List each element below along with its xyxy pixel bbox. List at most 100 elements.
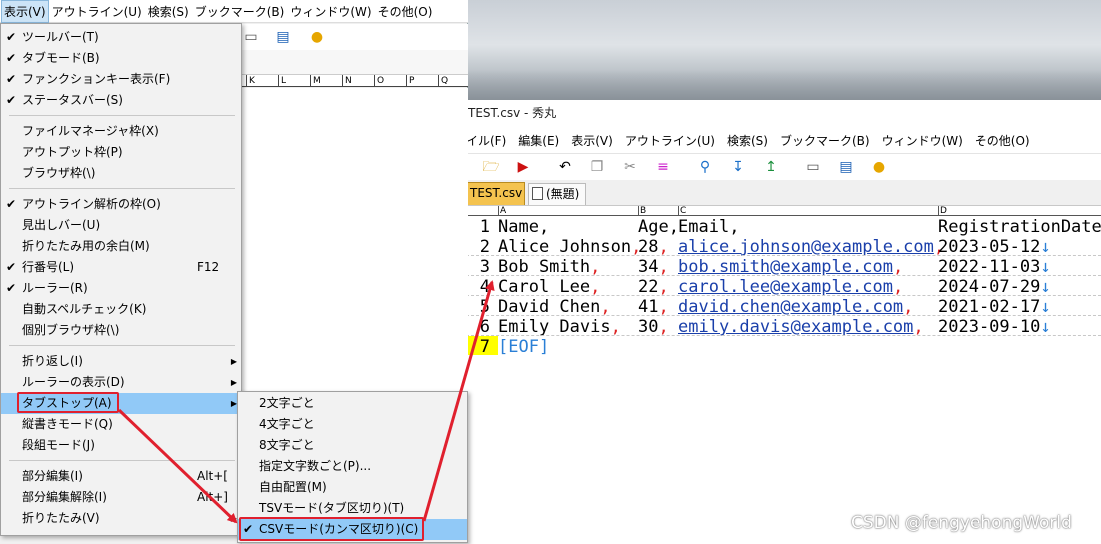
front-menubar: イル(F) 編集(E) 表示(V) アウトライン(U) 検索(S) ブックマーク(B) ウィ… <box>466 128 1101 152</box>
csv-cell-c: Email, <box>678 217 739 237</box>
menu-item[interactable]: 個別ブラウザ枠(\) <box>1 320 241 341</box>
menu-item[interactable]: 部分編集(I) Alt+[ <box>1 466 241 487</box>
menubar-item[interactable]: 検索(S) <box>145 3 192 20</box>
menubar-item[interactable]: ウィンドウ(W) <box>876 132 969 149</box>
menu-item-label: アウトライン解析の枠(O) <box>22 197 161 211</box>
cell-value: 30 <box>638 317 659 337</box>
menu-item-label: ルーラー(R) <box>22 281 88 295</box>
csv-cell-d: 2023-05-12↓ <box>938 237 1051 257</box>
comma-separator: , <box>913 317 924 337</box>
menubar-item[interactable]: アウトライン(U) <box>49 3 145 20</box>
menubar-item[interactable]: ブックマーク(B) <box>774 132 876 149</box>
submenu-item[interactable]: 自由配置(M) <box>238 477 467 498</box>
check-icon: ✔ <box>6 197 17 211</box>
editor-window-front: TEST.csv - 秀丸 イル(F) 編集(E) 表示(V) アウトライン(U) 検索… <box>466 100 1101 544</box>
search-icon[interactable]: ⚲ <box>696 158 714 176</box>
menu-item[interactable]: ✔ ファンクションキー表示(F) <box>1 69 241 90</box>
menu-item[interactable]: 折りたたみ用の余白(M) <box>1 236 241 257</box>
csv-cell-a: Emily Davis, <box>498 317 621 337</box>
menubar-item[interactable]: 検索(S) <box>721 132 774 149</box>
save-icon[interactable]: ▶ <box>514 158 532 176</box>
submenu-item[interactable]: TSVモード(タブ区切り)(T) <box>238 498 467 519</box>
paste-icon[interactable]: ≡ <box>654 158 672 176</box>
csv-cell-d: RegistrationDate <box>938 217 1101 237</box>
csv-cell-d: 2021-02-17↓ <box>938 297 1051 317</box>
cell-value: emily.davis@example.com <box>678 317 914 337</box>
check-icon: ✔ <box>6 281 17 295</box>
row-separator <box>466 275 1101 276</box>
menubar-item[interactable]: 編集(E) <box>512 132 565 149</box>
submenu-item[interactable]: 8文字ごと <box>238 435 467 456</box>
search-prev-icon[interactable]: ↥ <box>762 158 780 176</box>
window-icon[interactable]: ▭ <box>804 158 822 176</box>
comma-separator: , <box>658 317 669 337</box>
menubar-item[interactable]: ブックマーク(B) <box>192 3 288 20</box>
menubar-item[interactable]: 表示(V) <box>565 132 619 149</box>
cell-value: 2021-02-17 <box>938 297 1041 317</box>
menu-item[interactable]: ✔ ツールバー(T) <box>1 27 241 48</box>
menubar-item[interactable]: アウトライン(U) <box>619 132 721 149</box>
help-icon[interactable]: ● <box>870 158 888 176</box>
help-icon[interactable]: ● <box>308 28 326 46</box>
menu-item[interactable]: ✔ ステータスバー(S) <box>1 90 241 111</box>
menubar-item[interactable]: その他(O) <box>969 132 1036 149</box>
undo-icon[interactable]: ↶ <box>556 158 574 176</box>
menu-item[interactable]: 見出しバー(U) <box>1 215 241 236</box>
menu-item[interactable]: ✔ タブモード(B) <box>1 48 241 69</box>
menu-item-label: 部分編集(I) <box>22 469 83 483</box>
menu-item[interactable]: 折り返し(I) ▶ <box>1 351 241 372</box>
menu-item[interactable]: ルーラーの表示(D) ▶ <box>1 372 241 393</box>
cut-icon[interactable]: ✂ <box>621 158 639 176</box>
menu-item-label: ファンクションキー表示(F) <box>22 72 171 86</box>
comma-separator: , <box>892 257 904 277</box>
menu-separator <box>9 115 235 116</box>
line-break-mark: ↓ <box>1040 257 1051 277</box>
menubar-item[interactable]: 表示(V) <box>1 0 49 23</box>
menu-item[interactable]: ✔ アウトライン解析の枠(O) <box>1 194 241 215</box>
menu-item-shortcut: F12 <box>197 260 220 274</box>
menubar-item[interactable]: イル(F) <box>466 132 512 149</box>
csv-cell-a: Name, <box>498 217 549 237</box>
open-folder-icon[interactable]: 🗁 <box>482 158 500 176</box>
tab-test-csv[interactable]: TEST.csv <box>466 182 525 205</box>
window-icon[interactable]: ▭ <box>242 28 260 46</box>
submenu-item-label: TSVモード(タブ区切り)(T) <box>259 501 405 515</box>
check-icon: ✔ <box>6 30 17 44</box>
submenu-item[interactable]: 2文字ごと <box>238 393 467 414</box>
menu-item-label: 折りたたみ(V) <box>22 511 100 525</box>
menu-item-label: ブラウザ枠(\) <box>22 166 96 180</box>
split-icon[interactable]: ▤ <box>274 28 292 46</box>
menu-item-label: 部分編集解除(I) <box>22 490 107 504</box>
back-menubar: 表示(V) アウトライン(U) 検索(S) ブックマーク(B) ウィンドウ(W) その他(… <box>0 0 468 23</box>
menubar-item[interactable]: ウィンドウ(W) <box>287 3 374 20</box>
menu-item[interactable]: アウトプット枠(P) <box>1 142 241 163</box>
split-icon[interactable]: ▤ <box>837 158 855 176</box>
check-icon: ✔ <box>6 72 17 86</box>
line-number: 6 <box>479 317 490 337</box>
menu-item[interactable]: ファイルマネージャ枠(X) <box>1 121 241 142</box>
csv-cell-c: carol.lee@example.com, <box>678 277 903 297</box>
cell-value: David Chen <box>498 297 601 317</box>
menu-item-label: 折りたたみ用の余白(M) <box>22 239 150 253</box>
menu-item[interactable]: ✔ ルーラー(R) <box>1 278 241 299</box>
menu-item[interactable]: 自動スペルチェック(K) <box>1 299 241 320</box>
submenu-item[interactable]: 指定文字数ごと(P)... <box>238 456 467 477</box>
cell-value: 22 <box>638 277 659 297</box>
tab-untitled[interactable]: (無題) <box>528 183 586 205</box>
menu-item-shortcut: Alt+] <box>197 490 228 504</box>
menu-item-shortcut: Alt+[ <box>197 469 228 483</box>
menubar-item[interactable]: その他(O) <box>375 3 436 20</box>
watermark: CSDN @fengyehongWorld <box>851 513 1072 533</box>
search-next-icon[interactable]: ↧ <box>729 158 747 176</box>
menu-item[interactable]: 折りたたみ(V) ▶ <box>1 508 241 529</box>
copy-icon[interactable]: ❐ <box>588 158 606 176</box>
column-ruler: A B C D <box>466 206 1101 216</box>
menu-item[interactable]: 縦書きモード(Q) <box>1 414 241 435</box>
menu-item[interactable]: 部分編集解除(I) Alt+] <box>1 487 241 508</box>
menu-item[interactable]: 段組モード(J) <box>1 435 241 456</box>
cell-value: Name <box>498 217 539 237</box>
menu-item[interactable]: ✔ 行番号(L) F12 <box>1 257 241 278</box>
submenu-item[interactable]: 4文字ごと <box>238 414 467 435</box>
menu-item[interactable]: ブラウザ枠(\) <box>1 163 241 184</box>
cell-value: 2022-11-03 <box>938 257 1041 277</box>
